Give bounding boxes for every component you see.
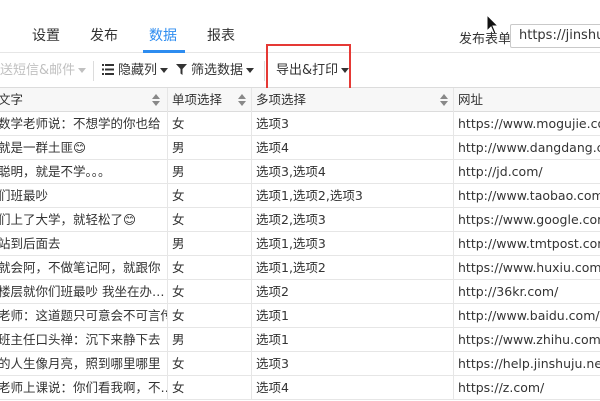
table-row[interactable]: 站到后面去男选项1,选项3 http://www.tmtpost.com [0, 232, 600, 256]
url-cell[interactable]: http://www.dangdang.com [454, 136, 600, 160]
text-cell[interactable]: 就是一群土匪😊 [0, 136, 168, 160]
text-cell[interactable]: 老师上课说：你们看我啊，不… [0, 376, 168, 400]
hide-columns-label: 隐藏列 [118, 63, 158, 78]
table-row[interactable]: 们班最吵女选项1,选项2,选项3 http://www.taobao.com [0, 184, 600, 208]
multi-choice-cell[interactable]: 选项1,选项3 [252, 232, 454, 256]
single-choice-cell[interactable]: 男 [168, 328, 252, 352]
text-cell[interactable]: 楼层就你们班最吵 我坐在办… [0, 280, 168, 304]
column-header-single-choice[interactable]: 单项选择 [168, 88, 252, 112]
table-header-row: 文字 单项选择 多项选择 网址 [0, 88, 600, 112]
text-cell[interactable]: 们班最吵 [0, 184, 168, 208]
multi-choice-cell[interactable]: 选项3 [252, 352, 454, 376]
send-sms-email-label: 送短信&邮件 [0, 63, 76, 78]
url-cell[interactable]: http://jd.com/ [454, 160, 600, 184]
table-row[interactable]: 聪明，就是不学。。。男选项3,选项4 http://jd.com/ [0, 160, 600, 184]
multi-choice-cell[interactable]: 选项1,选项2,选项3 [252, 184, 454, 208]
publish-url-field[interactable]: https://jinshuju [510, 24, 600, 48]
single-choice-cell[interactable]: 女 [168, 184, 252, 208]
single-choice-cell[interactable]: 女 [168, 376, 252, 400]
table-row[interactable]: 就会阿，不做笔记阿，就跟你女选项1,选项2 https://www.huxiu.c… [0, 256, 600, 280]
url-cell[interactable]: https://www.huxiu.com/ [454, 256, 600, 280]
text-cell[interactable]: 老师：这道题只可意会不可言传 [0, 304, 168, 328]
table-row[interactable]: 老师上课说：你们看我啊，不… 女选项4 https://z.com/ [0, 376, 600, 400]
multi-choice-cell[interactable]: 选项4 [252, 136, 454, 160]
send-sms-email-button[interactable]: 送短信&邮件 [0, 63, 87, 79]
url-cell[interactable]: https://www.google.com [454, 208, 600, 232]
table-row[interactable]: 数学老师说：不想学的你也给女选项3https://www.mogujie.com [0, 112, 600, 136]
single-choice-cell[interactable]: 男 [168, 136, 252, 160]
table-row[interactable]: 就是一群土匪😊男选项4http://www.dangdang.com [0, 136, 600, 160]
text-cell[interactable]: 的人生像月亮，照到哪里哪里 [0, 352, 168, 376]
tab-data[interactable]: 数据 [149, 26, 177, 46]
multi-choice-cell[interactable]: 选项2,选项3 [252, 208, 454, 232]
tab-settings[interactable]: 设置 [32, 26, 60, 46]
text-cell[interactable]: 聪明，就是不学。。。 [0, 160, 168, 184]
column-header-label: 网址 [458, 92, 484, 107]
single-choice-cell[interactable]: 女 [168, 256, 252, 280]
single-choice-cell[interactable]: 女 [168, 112, 252, 136]
text-cell[interactable]: 站到后面去 [0, 232, 168, 256]
sort-icon[interactable] [440, 94, 448, 106]
publish-form-label: 发布表单 [459, 32, 512, 47]
single-choice-cell[interactable]: 女 [168, 304, 252, 328]
tab-publish[interactable]: 发布 [90, 26, 118, 46]
table-row[interactable]: 班主任口头禅：沉下来静下去男选项1 https://www.zhihu.com/ [0, 328, 600, 352]
url-cell[interactable]: https://help.jinshuju.net [454, 352, 600, 376]
column-header-url[interactable]: 网址 [454, 88, 600, 112]
url-cell[interactable]: http://36kr.com/ [454, 280, 600, 304]
text-cell[interactable]: 数学老师说：不想学的你也给 [0, 112, 168, 136]
list-icon [102, 64, 114, 75]
single-choice-cell[interactable]: 男 [168, 160, 252, 184]
url-cell[interactable]: https://z.com/ [454, 376, 600, 400]
table-row[interactable]: 楼层就你们班最吵 我坐在办… 女选项2 http://36kr.com/ [0, 280, 600, 304]
multi-choice-cell[interactable]: 选项3 [252, 112, 454, 136]
multi-choice-cell[interactable]: 选项1 [252, 328, 454, 352]
single-choice-cell[interactable]: 女 [168, 352, 252, 376]
sort-icon[interactable] [152, 94, 160, 106]
chevron-down-icon [160, 68, 169, 73]
table-row[interactable]: 老师：这道题只可意会不可言传女选项1 http://www.baidu.com/ [0, 304, 600, 328]
multi-choice-cell[interactable]: 选项2 [252, 280, 454, 304]
single-choice-cell[interactable]: 女 [168, 208, 252, 232]
hide-columns-button[interactable]: 隐藏列 [102, 63, 169, 79]
table-row[interactable]: 的人生像月亮，照到哪里哪里女选项3 https://help.jinshuju.n… [0, 352, 600, 376]
filter-data-label: 筛选数据 [191, 63, 244, 78]
url-cell[interactable]: https://www.zhihu.com/ [454, 328, 600, 352]
chevron-down-icon [246, 68, 255, 73]
multi-choice-cell[interactable]: 选项4 [252, 376, 454, 400]
toolbar-divider [264, 61, 265, 81]
url-cell[interactable]: https://www.mogujie.com [454, 112, 600, 136]
column-header-label: 多项选择 [256, 92, 307, 107]
filter-data-button[interactable]: 筛选数据 [176, 63, 255, 79]
url-cell[interactable]: http://www.tmtpost.com [454, 232, 600, 256]
filter-icon [176, 64, 187, 75]
table-row[interactable]: 们上了大学，就轻松了😊 女选项2,选项3 https://www.google.co… [0, 208, 600, 232]
annotation-highlight-box [266, 44, 351, 90]
chevron-down-icon [78, 68, 87, 73]
multi-choice-cell[interactable]: 选项1 [252, 304, 454, 328]
multi-choice-cell[interactable]: 选项1,选项2 [252, 256, 454, 280]
column-header-multi-choice[interactable]: 多项选择 [252, 88, 454, 112]
sort-icon[interactable] [238, 94, 246, 106]
toolbar-divider [93, 61, 94, 81]
single-choice-cell[interactable]: 女 [168, 280, 252, 304]
column-header-label: 单项选择 [172, 92, 223, 107]
tab-reports[interactable]: 报表 [207, 26, 235, 46]
text-cell[interactable]: 们上了大学，就轻松了😊 [0, 208, 168, 232]
text-cell[interactable]: 班主任口头禅：沉下来静下去 [0, 328, 168, 352]
url-cell[interactable]: http://www.taobao.com [454, 184, 600, 208]
url-cell[interactable]: http://www.baidu.com/ [454, 304, 600, 328]
text-cell[interactable]: 就会阿，不做笔记阿，就跟你 [0, 256, 168, 280]
column-header-text[interactable]: 文字 [0, 88, 168, 112]
multi-choice-cell[interactable]: 选项3,选项4 [252, 160, 454, 184]
single-choice-cell[interactable]: 男 [168, 232, 252, 256]
column-header-label: 文字 [0, 92, 24, 107]
